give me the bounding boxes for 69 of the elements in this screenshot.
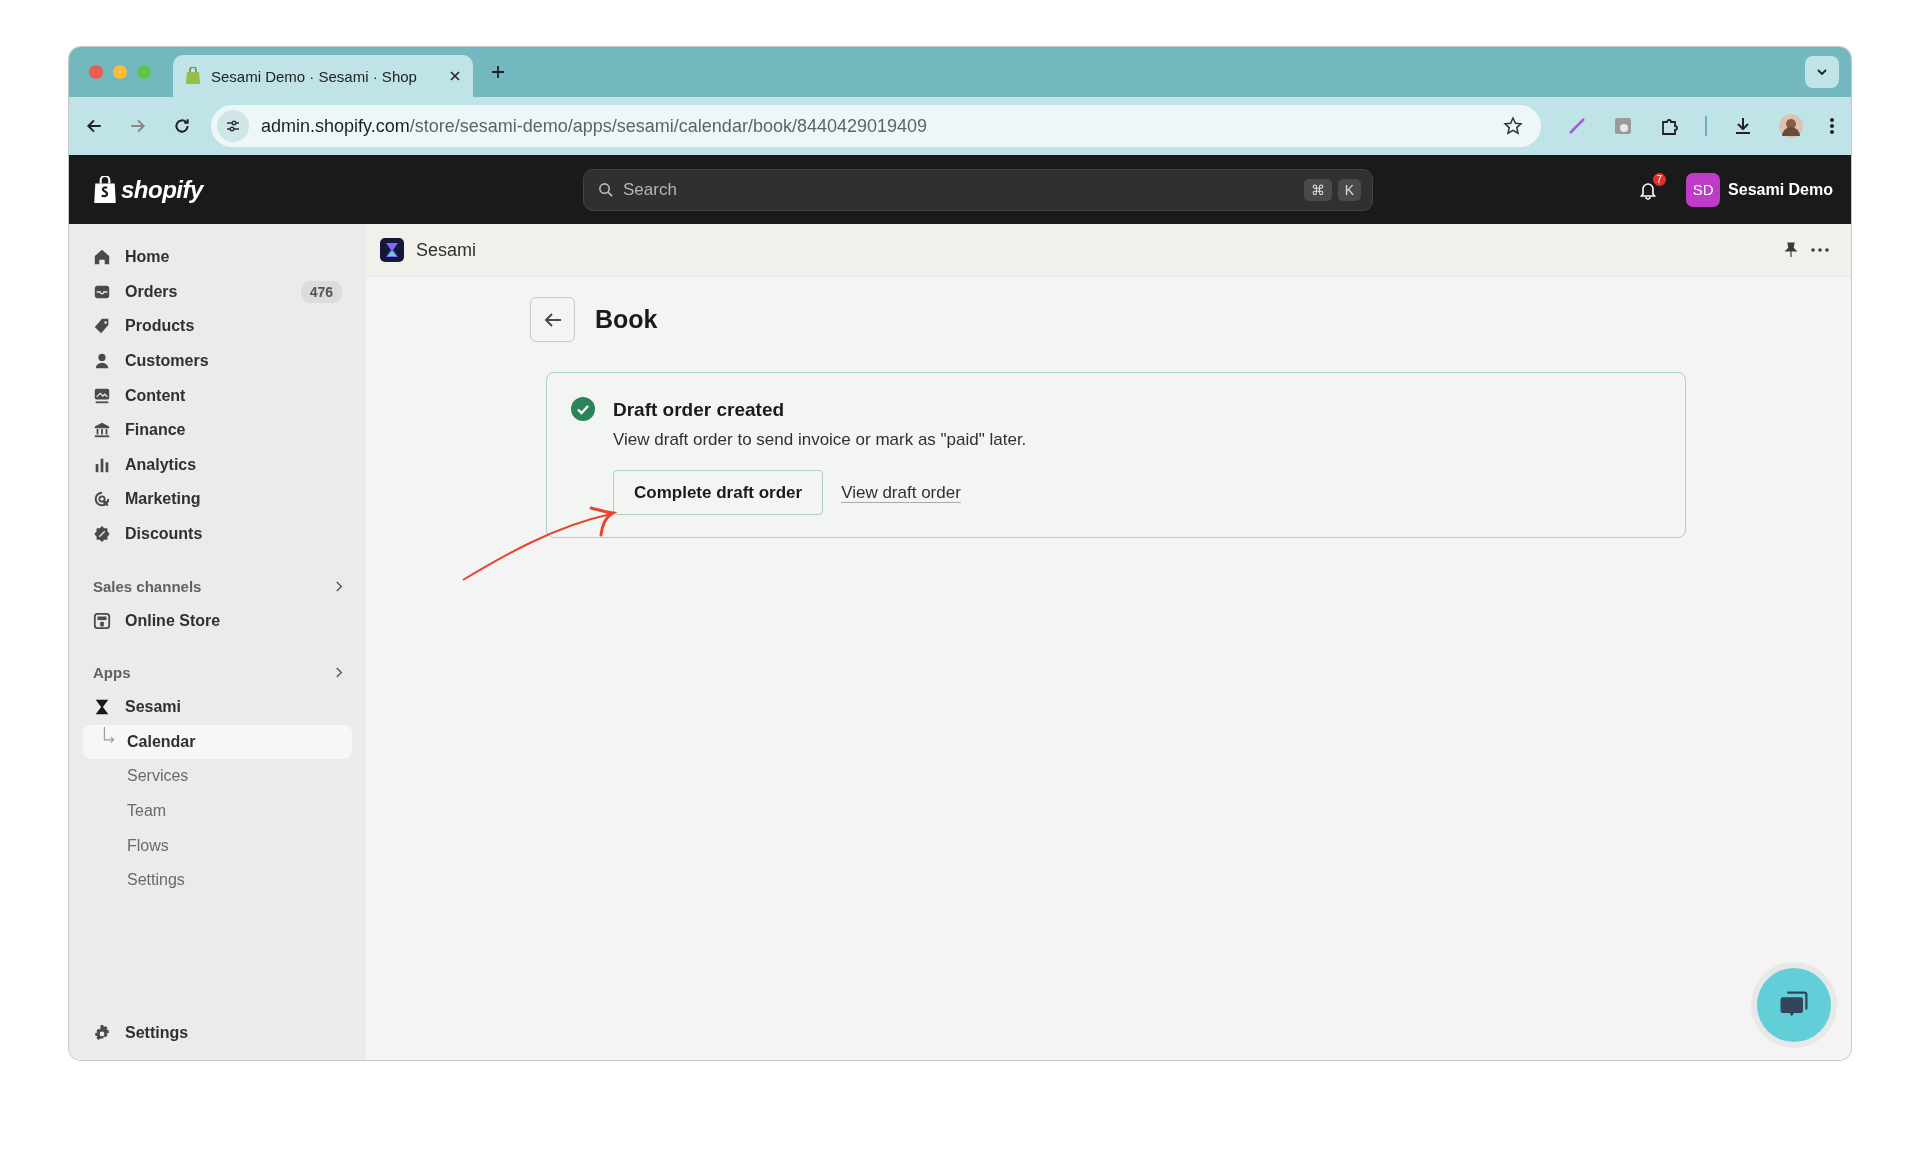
section-heading: Apps — [93, 664, 131, 682]
content-icon — [93, 386, 111, 405]
pen-icon[interactable] — [1567, 116, 1587, 136]
view-draft-order-link[interactable]: View draft order — [841, 482, 961, 503]
browser-tab[interactable]: Sesami Demo · Sesami · Shop — [173, 55, 473, 97]
notification-count: 7 — [1652, 172, 1667, 186]
hourglass-icon — [380, 238, 404, 262]
shopping-bag-icon — [185, 67, 201, 85]
new-tab-icon[interactable] — [491, 65, 505, 79]
nav-item[interactable]: Sesami — [83, 689, 352, 725]
more-icon[interactable] — [1811, 248, 1829, 252]
customers-icon — [93, 352, 111, 371]
sub-nav-item[interactable]: Flows — [83, 828, 352, 863]
forward-icon[interactable] — [129, 117, 147, 135]
nav-item[interactable]: Products — [83, 309, 352, 344]
close-tab-icon[interactable] — [449, 70, 461, 82]
nav-item[interactable]: Customers — [83, 343, 352, 379]
store-icon — [93, 611, 111, 630]
products-icon — [93, 317, 111, 336]
banner-message: View draft order to send invoice or mark as "paid" later. — [613, 430, 1027, 450]
back-button[interactable] — [530, 297, 575, 342]
nav-item[interactable]: Analytics — [83, 447, 352, 483]
check-circle-icon — [571, 397, 595, 421]
shopping-bag-icon — [93, 175, 117, 204]
nav-item[interactable]: Home — [83, 240, 352, 275]
nav-item[interactable]: Settings — [83, 1015, 352, 1050]
tab-title: Sesami Demo · Sesami · Shop — [211, 67, 418, 85]
nav-item[interactable]: Discounts — [83, 516, 352, 552]
marketing-icon — [93, 490, 111, 509]
banner-title: Draft order created — [613, 399, 786, 421]
nav-item[interactable]: Content — [83, 378, 352, 413]
section-heading: Sales channels — [93, 577, 202, 595]
gear-icon — [93, 1023, 111, 1042]
nav-item[interactable]: Marketing — [83, 482, 352, 517]
nav-item[interactable]: Orders 476 — [83, 274, 352, 310]
sub-nav-item[interactable]: Settings — [83, 862, 352, 898]
menu-icon[interactable] — [1829, 116, 1835, 136]
store-avatar[interactable]: SD — [1686, 172, 1721, 207]
puzzle-icon[interactable] — [1659, 116, 1679, 136]
pin-icon[interactable] — [1783, 242, 1799, 258]
sub-nav-item[interactable]: Services — [83, 759, 352, 794]
search-icon — [598, 181, 613, 197]
star-icon[interactable] — [1503, 116, 1523, 136]
address-bar[interactable]: admin.shopify.com/store/sesami-demo/apps/sesami/calendar/book/8440429019409 — [211, 105, 1541, 147]
page-title: Book — [595, 305, 658, 334]
profile-avatar[interactable] — [1779, 114, 1803, 138]
logo-text[interactable]: shopify — [121, 175, 203, 204]
discounts-icon — [93, 525, 111, 544]
download-icon[interactable] — [1733, 116, 1753, 136]
chevron-down-icon — [1816, 68, 1828, 76]
home-icon — [93, 248, 111, 267]
complete-draft-order-button[interactable]: Complete draft order — [613, 470, 824, 515]
back-arrow-icon — [543, 311, 562, 328]
reload-icon[interactable] — [173, 117, 191, 135]
chevron-right-icon[interactable] — [335, 579, 344, 593]
store-name[interactable]: Sesami Demo — [1728, 180, 1833, 199]
sub-nav-item[interactable]: Calendar — [83, 724, 352, 760]
chevron-right-icon[interactable] — [335, 666, 344, 680]
tab-menu-button[interactable] — [1805, 56, 1839, 88]
finance-icon — [93, 421, 111, 440]
hourglass-icon — [93, 698, 111, 717]
sub-nav-item[interactable]: Team — [83, 793, 352, 829]
count-badge: 476 — [300, 280, 342, 303]
site-settings-icon[interactable] — [217, 110, 249, 142]
back-icon[interactable] — [85, 117, 103, 135]
url-text: admin.shopify.com/store/sesami-demo/apps/sesami/calendar/book/8440429019409 — [261, 115, 928, 137]
nav-item[interactable]: Finance — [83, 412, 352, 448]
nav-item[interactable]: Online Store — [83, 603, 352, 638]
app-title: Sesami — [416, 239, 477, 261]
